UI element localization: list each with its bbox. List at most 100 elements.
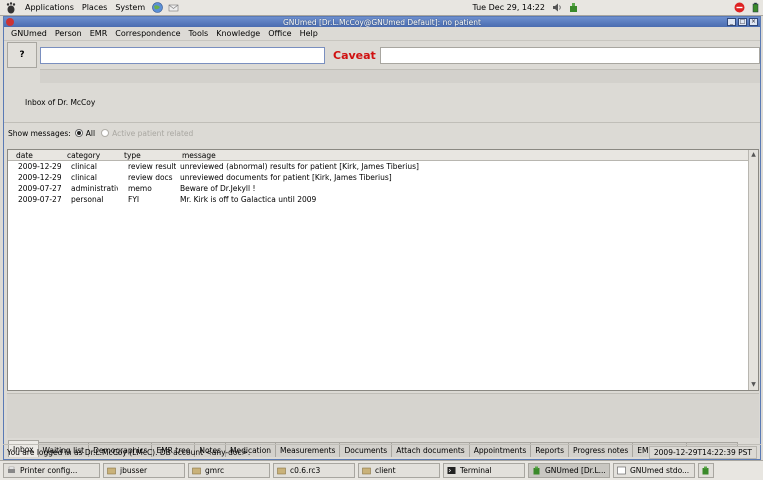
task-gnumed-main[interactable]: GNUmed [Dr.L... [528,463,610,478]
menu-help[interactable]: Help [296,29,322,38]
task-gnumed-stdout[interactable]: GNUmed stdo... [613,463,695,478]
cell-category: clinical [71,162,97,171]
menu-gnumed[interactable]: GNUmed [7,29,51,38]
caveat-label: Caveat [333,48,376,62]
inbox-message-list[interactable]: date category type message 2009-12-29 cl… [7,149,759,391]
mail-icon[interactable] [167,2,179,14]
radio-all-label[interactable]: All [86,129,95,138]
window-menu-icon[interactable] [6,18,14,26]
message-detail-pane [7,393,759,438]
menu-tools[interactable]: Tools [185,29,213,38]
task-label: GNUmed stdo... [630,466,690,475]
places-menu[interactable]: Places [78,3,111,12]
cell-date: 2009-07-27 [18,195,61,204]
column-header-type[interactable]: type [116,151,174,160]
inbox-title: Inbox of Dr. McCoy [25,98,96,107]
terminal-icon [447,466,456,475]
radio-active-patient-label[interactable]: Active patient related [112,129,193,138]
cell-type: review docs [128,173,173,182]
battery-icon [749,2,761,14]
radio-all[interactable] [74,129,83,137]
status-timestamp: 2009-12-29T14:22:39 PST [648,445,757,459]
folder-icon [362,466,371,475]
menu-emr[interactable]: EMR [86,29,112,38]
top-panel: Applications Places System Tue Dec 29, 1… [0,0,763,16]
window-titlebar[interactable]: GNUmed [Dr.L.McCoy@GNUmed Default]: no p… [4,17,760,27]
toolbar-subrow [40,69,760,83]
cell-type: FYI [128,195,140,204]
table-row[interactable]: 2009-07-27 administrative memo Beware of… [8,183,758,194]
column-header-message[interactable]: message [174,151,758,160]
gnumed-window: GNUmed [Dr.L.McCoy@GNUmed Default]: no p… [3,16,761,460]
message-filter: Show messages: All Active patient relate… [4,126,760,140]
patient-toolbar: ? Caveat [4,41,760,69]
task-c06rc3[interactable]: c0.6.rc3 [273,463,355,478]
folder-icon [277,466,286,475]
task-gnumed-small[interactable] [698,463,714,478]
menu-person[interactable]: Person [51,29,86,38]
cell-date: 2009-12-29 [18,162,61,171]
menu-correspondence[interactable]: Correspondence [111,29,184,38]
logout-icon[interactable] [733,2,745,14]
caveat-field[interactable] [379,46,760,64]
cell-message: unreviewed documents for patient [Kirk, … [180,173,392,182]
scroll-down-arrow-icon[interactable]: ▼ [749,380,758,390]
cell-type: memo [128,184,152,193]
cell-type: review results [128,162,176,171]
task-gmrc[interactable]: gmrc [188,463,270,478]
menubar: GNUmed Person EMR Correspondence Tools K… [4,27,760,41]
system-menu[interactable]: System [111,3,149,12]
table-row[interactable]: 2009-12-29 clinical review results unrev… [8,161,758,172]
folder-icon [192,466,201,475]
inbox-header: Inbox of Dr. McCoy [4,83,760,123]
printer-icon [7,466,16,475]
cell-category: administrative [71,184,118,193]
close-button[interactable]: × [749,18,758,26]
help-button[interactable]: ? [7,42,37,68]
list-header: date category type message [8,150,758,161]
cell-category: clinical [71,173,97,182]
cell-message: unreviewed (abnormal) results for patien… [180,162,419,171]
status-text: You are logged in as Dr.L.McCoy (LMcC). … [7,447,251,457]
patient-search-input[interactable] [40,46,325,64]
task-jbusser[interactable]: jbusser [103,463,185,478]
column-header-date[interactable]: date [8,151,59,160]
cell-category: personal [71,195,104,204]
task-terminal[interactable]: Terminal [443,463,525,478]
minimize-button[interactable]: _ [727,18,736,26]
table-row[interactable]: 2009-12-29 clinical review docs unreview… [8,172,758,183]
taskbar: Printer config... jbusser gmrc c0.6.rc3 … [0,460,763,480]
applications-menu[interactable]: Applications [21,3,78,12]
task-label: Printer config... [20,466,78,475]
task-printer-config[interactable]: Printer config... [3,463,100,478]
gnumed-icon [532,466,541,475]
radio-active-patient[interactable] [101,129,110,137]
gnome-foot-icon[interactable] [4,1,18,15]
window-icon [617,466,626,475]
table-row[interactable]: 2009-07-27 personal FYI Mr. Kirk is off … [8,194,758,205]
cell-message: Mr. Kirk is off to Galactica until 2009 [180,195,317,204]
task-label: c0.6.rc3 [290,466,321,475]
column-header-category[interactable]: category [59,151,116,160]
cell-date: 2009-12-29 [18,173,61,182]
list-scrollbar[interactable]: ▲ ▼ [748,150,758,390]
web-browser-icon[interactable] [151,2,163,14]
network-icon[interactable] [567,2,579,14]
folder-icon [107,466,116,475]
task-label: gmrc [205,466,225,475]
gnumed-icon [701,466,710,475]
panel-clock[interactable]: Tue Dec 29, 14:22 [472,3,545,12]
task-label: jbusser [120,466,148,475]
show-messages-label: Show messages: [8,128,71,138]
task-label: client [375,466,396,475]
task-label: GNUmed [Dr.L... [545,466,606,475]
menu-knowledge[interactable]: Knowledge [212,29,264,38]
statusbar: You are logged in as Dr.L.McCoy (LMcC). … [3,444,761,459]
volume-icon[interactable] [551,2,563,14]
window-title: GNUmed [Dr.L.McCoy@GNUmed Default]: no p… [282,17,481,27]
cell-date: 2009-07-27 [18,184,61,193]
task-client[interactable]: client [358,463,440,478]
maximize-button[interactable]: □ [738,18,747,26]
scroll-up-arrow-icon[interactable]: ▲ [749,150,758,160]
menu-office[interactable]: Office [264,29,295,38]
